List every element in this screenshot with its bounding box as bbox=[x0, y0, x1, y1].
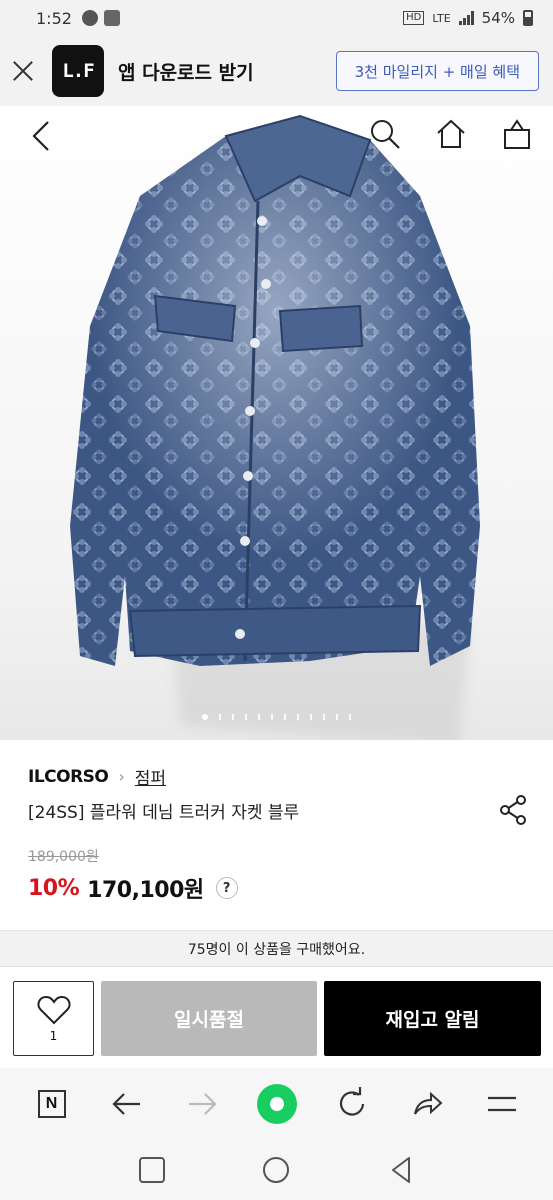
product-name: [24SS] 플라워 데님 트러커 자켓 블루 bbox=[28, 803, 300, 823]
purchase-action-bar: 1 일시품절 재입고 알림 bbox=[0, 966, 553, 1068]
wishlist-button[interactable]: 1 bbox=[13, 981, 94, 1056]
category-link[interactable]: 점퍼 bbox=[135, 764, 166, 789]
battery-percent: 54% bbox=[481, 9, 515, 27]
pagination-dot[interactable] bbox=[349, 714, 351, 720]
heart-icon bbox=[37, 995, 70, 1024]
naver-home-button[interactable]: N bbox=[32, 1084, 72, 1124]
chevron-right-icon: › bbox=[118, 767, 125, 786]
app-logo: L.F bbox=[52, 45, 104, 97]
pagination-dot[interactable] bbox=[202, 714, 208, 720]
lte-icon: LTE bbox=[432, 11, 451, 25]
refresh-icon[interactable] bbox=[332, 1084, 372, 1124]
price-row: 10% 170,100원 ? bbox=[28, 872, 238, 904]
product-image-gallery[interactable] bbox=[0, 106, 553, 740]
banner-title[interactable]: 앱 다운로드 받기 bbox=[118, 58, 254, 85]
breadcrumb: ILCORSO › 점퍼 bbox=[28, 764, 166, 790]
restock-alert-button[interactable]: 재입고 알림 bbox=[324, 981, 541, 1056]
mileage-promo-button[interactable]: 3천 마일리지 + 매일 혜택 bbox=[335, 51, 539, 91]
gallery-pagination bbox=[0, 714, 553, 720]
battery-icon bbox=[523, 10, 533, 26]
green-dot-icon bbox=[256, 1084, 297, 1124]
naver-icon: N bbox=[37, 1090, 66, 1118]
share-forward-icon[interactable] bbox=[407, 1084, 447, 1124]
search-icon[interactable] bbox=[369, 118, 401, 150]
browser-back-icon[interactable] bbox=[107, 1084, 147, 1124]
pagination-dot[interactable] bbox=[258, 714, 260, 720]
signal-icon bbox=[458, 11, 474, 25]
wishlist-count: 1 bbox=[49, 1028, 58, 1043]
pagination-dot[interactable] bbox=[219, 714, 221, 720]
home-circle-icon[interactable] bbox=[261, 1155, 291, 1185]
app-notification-icon bbox=[103, 10, 120, 26]
pagination-dot[interactable] bbox=[245, 714, 247, 720]
status-bar: 1:52 HD LTE 54% bbox=[0, 0, 553, 36]
back-icon[interactable] bbox=[30, 120, 54, 152]
discount-rate: 10% bbox=[28, 875, 80, 901]
pagination-dot[interactable] bbox=[232, 714, 234, 720]
app-download-banner: L.F 앱 다운로드 받기 3천 마일리지 + 매일 혜택 bbox=[0, 36, 553, 106]
hd-icon: HD bbox=[403, 11, 425, 25]
brand-link[interactable]: ILCORSO bbox=[28, 767, 109, 787]
status-time: 1:52 bbox=[36, 8, 72, 28]
browser-toolbar: N bbox=[0, 1068, 553, 1140]
close-icon[interactable] bbox=[12, 60, 34, 82]
cart-icon[interactable] bbox=[501, 118, 533, 150]
pagination-dot[interactable] bbox=[284, 714, 286, 720]
green-dot-button[interactable] bbox=[256, 1084, 297, 1124]
pagination-dot[interactable] bbox=[271, 714, 273, 720]
pagination-dot[interactable] bbox=[336, 714, 338, 720]
pagination-dot[interactable] bbox=[297, 714, 299, 720]
sale-price: 170,100원 bbox=[87, 878, 204, 903]
home-icon[interactable] bbox=[435, 118, 467, 150]
notification-icon bbox=[81, 10, 98, 26]
pagination-dot[interactable] bbox=[323, 714, 325, 720]
price-help-icon[interactable]: ? bbox=[215, 877, 238, 899]
system-navigation-bar bbox=[0, 1140, 553, 1200]
product-info: ILCORSO › 점퍼 [24SS] 플라워 데님 트러커 자켓 블루 189… bbox=[0, 740, 553, 922]
browser-forward-icon[interactable] bbox=[182, 1084, 222, 1124]
soldout-button[interactable]: 일시품절 bbox=[101, 981, 317, 1056]
original-price: 189,000원 bbox=[28, 849, 99, 865]
pagination-dot[interactable] bbox=[310, 714, 312, 720]
product-image bbox=[70, 114, 480, 740]
menu-icon[interactable] bbox=[482, 1084, 522, 1124]
system-back-icon[interactable] bbox=[386, 1155, 416, 1185]
purchase-count-notice: 75명이 이 상품을 구매했어요. bbox=[0, 930, 553, 966]
recent-apps-icon[interactable] bbox=[137, 1155, 167, 1185]
share-icon[interactable] bbox=[499, 794, 527, 826]
